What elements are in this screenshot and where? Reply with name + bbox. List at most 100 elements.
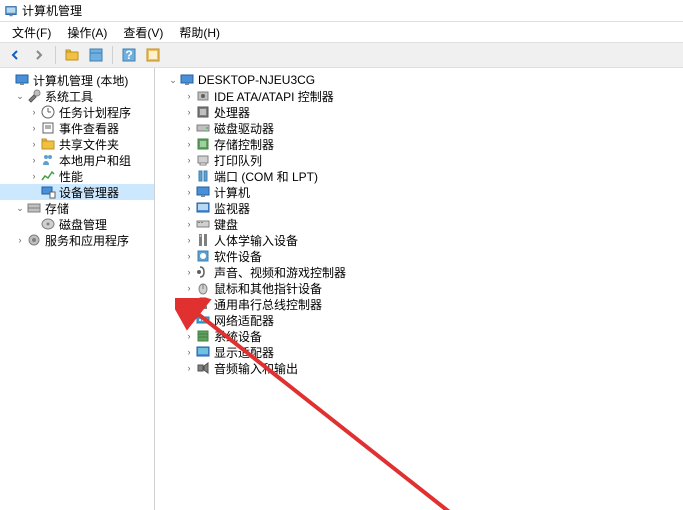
expand-icon[interactable]: › (183, 186, 195, 198)
device-category-item[interactable]: › 监视器 (159, 200, 683, 216)
expand-icon[interactable]: › (183, 154, 195, 166)
tree-storage[interactable]: ⌄ 存储 (0, 200, 154, 216)
expand-icon[interactable]: › (28, 170, 40, 182)
device-category-item[interactable]: › 存储控制器 (159, 136, 683, 152)
tree-label: 计算机管理 (本地) (33, 72, 128, 89)
device-icon (195, 88, 211, 104)
clock-icon (40, 104, 56, 120)
expand-icon[interactable]: › (183, 170, 195, 182)
tree-label: 声音、视频和游戏控制器 (214, 264, 346, 281)
expand-icon[interactable]: › (183, 282, 195, 294)
expand-icon[interactable]: › (28, 122, 40, 134)
device-category-item[interactable]: › 声音、视频和游戏控制器 (159, 264, 683, 280)
device-category-item[interactable]: ›音频输入和输出 (159, 360, 683, 376)
tree-label: 系统工具 (45, 88, 93, 105)
device-category-item[interactable]: › 鼠标和其他指针设备 (159, 280, 683, 296)
device-icon (195, 168, 211, 184)
device-icon (195, 360, 211, 376)
collapse-icon[interactable]: ⌄ (14, 202, 26, 214)
tree-device-manager[interactable]: 设备管理器 (0, 184, 154, 200)
expand-icon[interactable]: › (28, 154, 40, 166)
expand-icon[interactable]: › (183, 218, 195, 230)
tree-label: 性能 (59, 168, 83, 185)
tree-label: 存储控制器 (214, 136, 274, 153)
device-icon (195, 216, 211, 232)
tree-event-viewer[interactable]: › 事件查看器 (0, 120, 154, 136)
device-icon (195, 200, 211, 216)
expand-icon[interactable]: › (28, 106, 40, 118)
tree-label: 处理器 (214, 104, 250, 121)
tree-label: 共享文件夹 (59, 136, 119, 153)
expand-icon[interactable]: › (183, 90, 195, 102)
tree-computer-node[interactable]: ⌄ DESKTOP-NJEU3CG (159, 72, 683, 88)
tree-local-users[interactable]: › 本地用户和组 (0, 152, 154, 168)
expand-icon[interactable]: › (183, 234, 195, 246)
collapse-icon[interactable]: ⌄ (167, 74, 179, 86)
tree-label: 设备管理器 (59, 184, 119, 201)
help-button[interactable]: ? (118, 44, 140, 66)
device-icon (195, 264, 211, 280)
shared-folder-icon (40, 136, 56, 152)
tools-icon (26, 88, 42, 104)
tree-label: 鼠标和其他指针设备 (214, 280, 322, 297)
tree-task-scheduler[interactable]: › 任务计划程序 (0, 104, 154, 120)
tree-disk-management[interactable]: 磁盘管理 (0, 216, 154, 232)
toolbar-separator (55, 46, 56, 64)
expand-icon[interactable]: › (28, 138, 40, 150)
expand-icon[interactable]: › (183, 346, 195, 358)
device-icon (195, 328, 211, 344)
performance-icon (40, 168, 56, 184)
device-icon (195, 136, 211, 152)
expand-icon[interactable]: › (183, 250, 195, 262)
tree-label: 软件设备 (214, 248, 262, 265)
tree-services[interactable]: › 服务和应用程序 (0, 232, 154, 248)
expand-icon[interactable]: › (183, 138, 195, 150)
device-category-item[interactable]: ›人体学输入设备 (159, 232, 683, 248)
expand-icon[interactable]: › (183, 298, 195, 310)
device-category-item[interactable]: › 系统设备 (159, 328, 683, 344)
menu-file[interactable]: 文件(F) (4, 22, 59, 43)
tree-label: 监视器 (214, 200, 250, 217)
tree-shared-folders[interactable]: › 共享文件夹 (0, 136, 154, 152)
tree-performance[interactable]: › 性能 (0, 168, 154, 184)
expand-icon[interactable]: › (183, 362, 195, 374)
menu-view[interactable]: 查看(V) (115, 22, 171, 43)
device-category-item[interactable]: › 计算机 (159, 184, 683, 200)
device-category-item[interactable]: ›通用串行总线控制器 (159, 296, 683, 312)
collapse-icon[interactable] (2, 74, 14, 86)
menubar: 文件(F) 操作(A) 查看(V) 帮助(H) (0, 22, 683, 42)
folder-up-button[interactable] (61, 44, 83, 66)
forward-button[interactable] (28, 44, 50, 66)
no-toggle (28, 218, 40, 230)
expand-icon[interactable]: › (183, 106, 195, 118)
tree-system-tools[interactable]: ⌄ 系统工具 (0, 88, 154, 104)
expand-icon[interactable]: › (183, 266, 195, 278)
device-category-item[interactable]: ›磁盘驱动器 (159, 120, 683, 136)
tree-root-computer-management[interactable]: 计算机管理 (本地) (0, 72, 154, 88)
expand-icon[interactable]: › (183, 314, 195, 326)
device-category-item[interactable]: ›网络适配器 (159, 312, 683, 328)
tree-label: 系统设备 (214, 328, 262, 345)
device-category-item[interactable]: ›显示适配器 (159, 344, 683, 360)
tree-label: 计算机 (214, 184, 250, 201)
device-category-item[interactable]: ›端口 (COM 和 LPT) (159, 168, 683, 184)
view-button-2[interactable] (142, 44, 164, 66)
device-category-item[interactable]: › 键盘 (159, 216, 683, 232)
expand-icon[interactable]: › (183, 122, 195, 134)
device-category-item[interactable]: ›IDE ATA/ATAPI 控制器 (159, 88, 683, 104)
menu-help[interactable]: 帮助(H) (171, 22, 228, 43)
device-icon (195, 152, 211, 168)
device-category-item[interactable]: › 处理器 (159, 104, 683, 120)
expand-icon[interactable]: › (14, 234, 26, 246)
expand-icon[interactable]: › (183, 202, 195, 214)
tree-label: 本地用户和组 (59, 152, 131, 169)
collapse-icon[interactable]: ⌄ (14, 90, 26, 102)
tree-label: 键盘 (214, 216, 238, 233)
back-button[interactable] (4, 44, 26, 66)
view-button-1[interactable] (85, 44, 107, 66)
menu-action[interactable]: 操作(A) (59, 22, 115, 43)
expand-icon[interactable]: › (183, 330, 195, 342)
event-icon (40, 120, 56, 136)
device-category-item[interactable]: › 软件设备 (159, 248, 683, 264)
device-category-item[interactable]: ›打印队列 (159, 152, 683, 168)
